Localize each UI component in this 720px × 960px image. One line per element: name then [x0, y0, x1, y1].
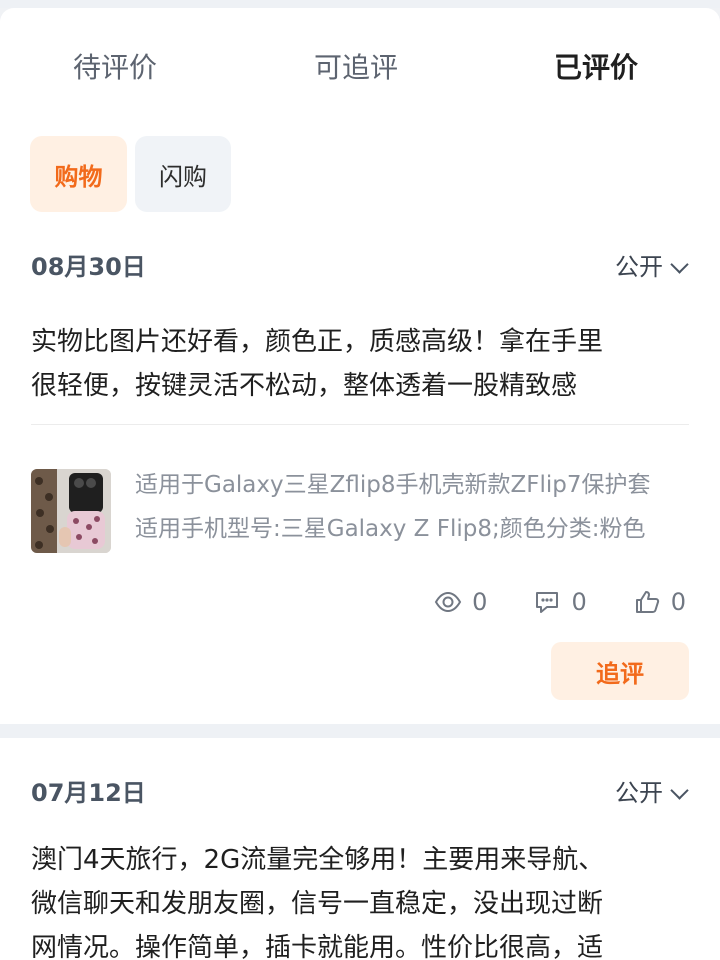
review-text: 澳门4天旅行，2G流量完全够用！主要用来导航、 微信聊天和发朋友圈，信号一直稳定… — [31, 845, 605, 960]
product-title[interactable]: 适用于Galaxy三星Zflip8手机壳新款ZFlip7保护套 — [135, 469, 651, 501]
visibility-label: 公开 — [615, 253, 663, 281]
chip-flash-sale[interactable]: 闪购 — [135, 136, 231, 212]
like-count-value: 0 — [670, 588, 686, 616]
visibility-dropdown[interactable]: 公开 — [615, 778, 689, 808]
tab-followup-available[interactable]: 可追评 — [314, 48, 398, 88]
visibility-dropdown[interactable]: 公开 — [615, 252, 689, 282]
review-text: 实物比图片还好看，颜色正，质感高级！拿在手里 很轻便，按键灵活不松动，整体透着一… — [31, 327, 604, 401]
review-date: 08月30日 — [31, 253, 146, 281]
comment-count-value: 0 — [571, 588, 587, 616]
top-gap — [0, 0, 720, 8]
product-thumbnail[interactable] — [31, 469, 111, 553]
view-count: 0 — [434, 588, 487, 616]
review-date: 07月12日 — [31, 779, 146, 807]
category-chips: 购物 闪购 — [0, 110, 720, 234]
visibility-label: 公开 — [615, 779, 663, 807]
screen: 待评价 可追评 已评价 购物 闪购 08月30日 公开 实物比图片还好看，颜色正… — [0, 0, 720, 960]
followup-review-button[interactable]: 追评 — [551, 642, 689, 700]
review-stats: 0 0 0 — [434, 582, 686, 622]
review-card: 07月12日 公开 澳门4天旅行，2G流量完全够用！主要用来导航、 微信聊天和发… — [0, 738, 720, 960]
chip-shopping[interactable]: 购物 — [30, 136, 127, 212]
card-separator — [0, 724, 720, 738]
thumbs-up-icon — [635, 591, 659, 613]
review-card: 08月30日 公开 实物比图片还好看，颜色正，质感高级！拿在手里 很轻便，按键灵… — [0, 234, 720, 724]
eye-icon — [435, 591, 462, 613]
product-spec: 适用手机型号:三星Galaxy Z Flip8;颜色分类:粉色 — [135, 516, 646, 542]
divider — [31, 424, 689, 425]
comment-count[interactable]: 0 — [533, 588, 587, 616]
product-image — [31, 469, 111, 553]
review-tabs: 待评价 可追评 已评价 — [0, 8, 720, 110]
chevron-down-icon — [670, 780, 689, 800]
chevron-down-icon — [670, 254, 689, 274]
comment-icon — [536, 592, 559, 613]
tab-pending-review[interactable]: 待评价 — [73, 48, 157, 88]
view-count-value: 0 — [472, 588, 488, 616]
tab-reviewed[interactable]: 已评价 — [554, 48, 638, 88]
product-info[interactable]: 适用于Galaxy三星Zflip8手机壳新款ZFlip7保护套 适用手机型号:三… — [31, 469, 691, 559]
like-count[interactable]: 0 — [633, 588, 686, 616]
